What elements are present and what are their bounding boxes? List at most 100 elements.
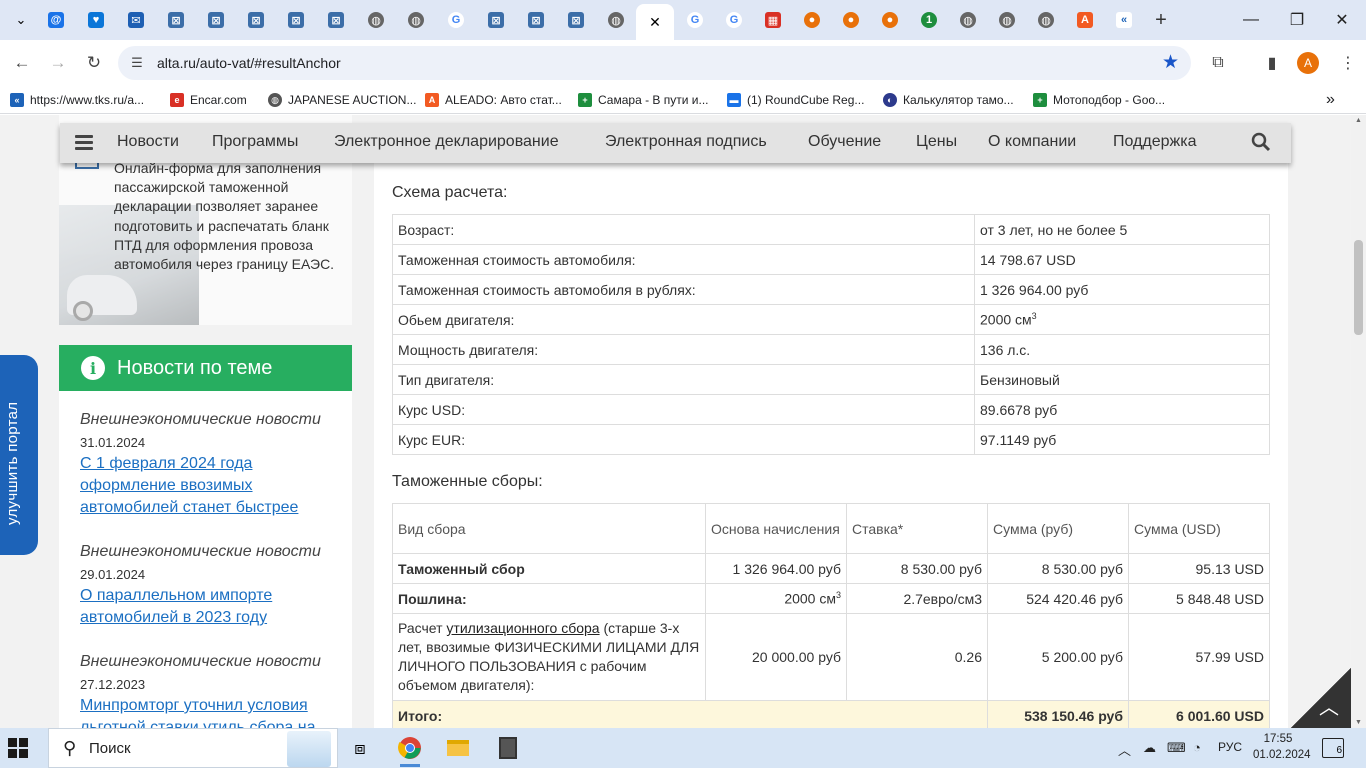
language-bar-icon[interactable]: ⌨ [1167, 740, 1186, 756]
close-window-button[interactable]: ✕ [1322, 6, 1362, 34]
minimize-button[interactable]: — [1231, 6, 1271, 34]
tab-globe-6[interactable]: ◍ [1027, 6, 1065, 34]
tab-drom-2[interactable]: ● [832, 6, 870, 34]
news-link[interactable]: С 1 февраля 2024 года оформление ввозимы… [80, 453, 335, 519]
tab-site-6[interactable]: ⊠ [477, 6, 515, 34]
tab-globe-5[interactable]: ◍ [988, 6, 1026, 34]
tab-drom-1[interactable]: ● [793, 6, 831, 34]
notification-center-icon[interactable]: 6 [1322, 738, 1344, 758]
start-button[interactable] [8, 738, 28, 758]
globe-icon: ◍ [608, 12, 624, 28]
fee-usd: 57.99 USD [1128, 613, 1270, 701]
tab-one[interactable]: 1 [910, 6, 948, 34]
bookmark-calculator[interactable]: ◐ Калькулятор тамо... [883, 91, 1014, 109]
address-bar[interactable]: ☰ alta.ru/auto-vat/#resultAnchor ★ [118, 46, 1191, 80]
tab-mail2[interactable]: ✉ [117, 6, 155, 34]
tab-alta[interactable]: « [1105, 6, 1143, 34]
scroll-down-arrow[interactable]: ▼ [1354, 719, 1363, 726]
tab-globe-4[interactable]: ◍ [949, 6, 987, 34]
nav-programs[interactable]: Программы [212, 133, 298, 151]
new-tab-button[interactable]: + [1142, 6, 1180, 34]
nav-e-declaration[interactable]: Электронное декларирование [334, 133, 559, 151]
chevron-up-icon[interactable]: ︿ [1118, 740, 1131, 759]
tab-google-3[interactable]: G [715, 6, 753, 34]
tab-calc[interactable]: ▦ [754, 6, 792, 34]
search-icon[interactable] [1251, 132, 1271, 152]
related-news: i Новости по теме Внешнеэкономические но… [59, 345, 352, 728]
tab-drom-3[interactable]: ● [871, 6, 909, 34]
network-icon[interactable]: ◔ [1193, 740, 1201, 755]
system-clock[interactable]: 17:55 01.02.2024 [1253, 731, 1311, 763]
fee-base: 20 000.00 руб [705, 613, 847, 701]
cloud-icon[interactable]: ☁ [1143, 740, 1156, 756]
tab-site-1[interactable]: ⊠ [157, 6, 195, 34]
tab-site-3[interactable]: ⊠ [237, 6, 275, 34]
url-text[interactable]: alta.ru/auto-vat/#resultAnchor [157, 55, 341, 71]
calculator-taskbar-icon[interactable] [488, 732, 528, 764]
tab-google-2[interactable]: G [676, 6, 714, 34]
input-language[interactable]: РУС [1218, 740, 1242, 754]
nav-about[interactable]: О компании [988, 133, 1076, 151]
tab-globe-1[interactable]: ◍ [357, 6, 395, 34]
nav-prices[interactable]: Цены [916, 133, 957, 151]
bookmark-aleado[interactable]: A ALEADO: Авто стат... [425, 91, 562, 109]
tab-mail[interactable]: @ [37, 6, 75, 34]
site-icon: ⊠ [208, 12, 224, 28]
taskbar-search[interactable]: ⚲ Поиск [48, 728, 338, 768]
side-panel-icon[interactable]: ▮ [1260, 51, 1284, 75]
tab-google-1[interactable]: G [437, 6, 475, 34]
scheme-key: Тип двигателя: [392, 364, 975, 395]
nav-support[interactable]: Поддержка [1113, 133, 1196, 151]
site-icon: ⊠ [288, 12, 304, 28]
tab-site-7[interactable]: ⊠ [517, 6, 555, 34]
table-row: Тип двигателя: Бензиновый [392, 364, 1270, 395]
tab-globe-3[interactable]: ◍ [597, 6, 635, 34]
file-explorer-taskbar-icon[interactable] [438, 732, 478, 764]
aleado-icon: A [1077, 12, 1093, 28]
nav-education[interactable]: Обучение [808, 133, 881, 151]
tab-globe-2[interactable]: ◍ [397, 6, 435, 34]
scrollbar-thumb[interactable] [1354, 240, 1363, 335]
reload-button[interactable]: ↻ [80, 49, 108, 77]
close-icon[interactable]: ✕ [649, 14, 661, 31]
forward-button[interactable]: → [44, 49, 72, 77]
bookmark-encar[interactable]: e Encar.com [170, 91, 247, 109]
tab-aleado[interactable]: A [1066, 6, 1104, 34]
scroll-to-top-button[interactable]: ︿ [1291, 668, 1351, 728]
news-link[interactable]: Минпромторг уточнил условия льготной ста… [80, 695, 335, 728]
site-info-icon[interactable]: ☰ [128, 54, 146, 72]
nav-news[interactable]: Новости [117, 133, 179, 151]
task-view-icon[interactable]: ⧈ [340, 732, 380, 764]
nav-e-signature[interactable]: Электронная подпись [605, 133, 767, 151]
profile-avatar[interactable]: A [1297, 52, 1319, 74]
restore-button[interactable]: ❐ [1277, 6, 1317, 34]
menu-kebab-icon[interactable]: ⋮ [1336, 51, 1360, 75]
back-button[interactable]: ← [8, 49, 36, 77]
bookmark-star-icon[interactable]: ★ [1162, 51, 1179, 74]
tab-site-5[interactable]: ⊠ [317, 6, 355, 34]
scroll-up-arrow[interactable]: ▲ [1354, 117, 1363, 124]
tab-site-2[interactable]: ⊠ [197, 6, 235, 34]
tab-strip: ⌄ @ ♥ ✉ ⊠ ⊠ ⊠ ⊠ ⊠ ◍ ◍ G ⊠ ⊠ ⊠ ◍ ✕ G G ▦ … [0, 0, 1366, 40]
tab-chat[interactable]: ♥ [77, 6, 115, 34]
hamburger-menu-icon[interactable] [75, 135, 93, 151]
globe-icon: ◍ [368, 12, 384, 28]
page-scrollbar[interactable]: ▲ ▼ [1351, 115, 1366, 728]
bookmark-tks[interactable]: « https://www.tks.ru/a... [10, 91, 144, 109]
tab-active[interactable]: ✕ [636, 4, 674, 40]
tab-site-4[interactable]: ⊠ [277, 6, 315, 34]
bookmark-japanese-auction[interactable]: ◍ JAPANESE AUCTION... [268, 91, 416, 109]
bookmark-roundcube[interactable]: ▬ (1) RoundCube Reg... [727, 91, 864, 109]
windows-taskbar: ⚲ Поиск ⧈ ︿ ☁ ⌨ ◔ РУС 17:55 01.02.2024 6 [0, 728, 1366, 768]
envelope-icon: ✉ [128, 12, 144, 28]
chrome-taskbar-icon[interactable] [390, 732, 430, 767]
bookmark-motopodbor[interactable]: + Мотоподбор - Goo... [1033, 91, 1165, 109]
tab-search-icon[interactable]: ⌄ [2, 6, 40, 34]
bookmark-samara[interactable]: + Самара - В пути и... [578, 91, 708, 109]
extensions-icon[interactable]: ⧉ [1206, 51, 1230, 75]
news-link[interactable]: О параллельном импорте автомобилей в 202… [80, 585, 335, 629]
bookmarks-overflow-icon[interactable]: » [1326, 91, 1335, 109]
tab-site-8[interactable]: ⊠ [557, 6, 595, 34]
improve-portal-tab[interactable]: улучшить портал [0, 355, 38, 555]
util-fee-link[interactable]: утилизационного сбора [446, 620, 599, 636]
